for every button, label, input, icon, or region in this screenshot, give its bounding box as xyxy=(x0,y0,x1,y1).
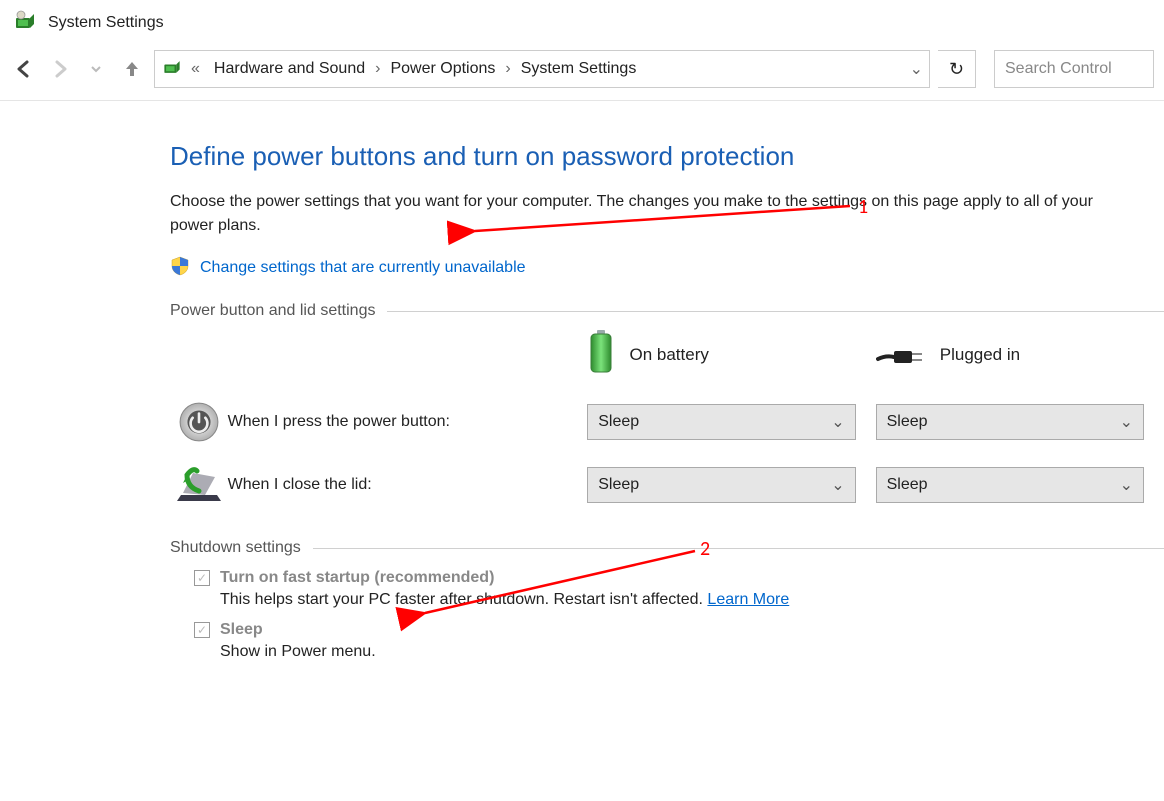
desc-sleep: Show in Power menu. xyxy=(220,643,1064,661)
label-power-button: When I press the power button: xyxy=(228,413,588,431)
annotation-1: 1 xyxy=(858,195,868,219)
annotation-2: 2 xyxy=(700,537,710,561)
back-button[interactable] xyxy=(10,55,38,83)
up-button[interactable] xyxy=(118,55,146,83)
divider xyxy=(387,311,1164,312)
breadcrumb-item[interactable]: Power Options xyxy=(384,56,501,82)
select-value: Sleep xyxy=(887,413,928,431)
section-title-shutdown: Shutdown settings xyxy=(170,539,301,557)
window-title: System Settings xyxy=(48,14,164,32)
breadcrumb: Hardware and Sound › Power Options › Sys… xyxy=(208,56,904,82)
battery-icon xyxy=(587,330,615,379)
page-subtitle: Choose the power settings that you want … xyxy=(170,190,1110,238)
divider xyxy=(313,548,1164,549)
search-input[interactable]: Search Control xyxy=(994,50,1154,88)
checkbox-fast-startup: ✓ xyxy=(194,570,210,586)
location-icon xyxy=(161,56,183,83)
label-lid: When I close the lid: xyxy=(228,476,588,494)
history-dropdown[interactable] xyxy=(82,55,110,83)
select-value: Sleep xyxy=(598,413,639,431)
select-power-button-battery[interactable]: Sleep ⌄ xyxy=(587,404,855,440)
chevron-down-icon: ⌄ xyxy=(1120,475,1133,495)
overflow-chevron-icon[interactable]: « xyxy=(189,60,202,78)
learn-more-link[interactable]: Learn More xyxy=(707,591,789,608)
desc-fast-startup: This helps start your PC faster after sh… xyxy=(220,591,1064,609)
column-header-plugged: Plugged in xyxy=(940,345,1020,365)
window-titlebar: System Settings xyxy=(0,0,1164,46)
forward-button[interactable] xyxy=(46,55,74,83)
label-sleep: Sleep xyxy=(220,621,263,639)
chevron-right-icon[interactable]: › xyxy=(503,60,512,78)
checkbox-sleep: ✓ xyxy=(194,622,210,638)
select-value: Sleep xyxy=(598,476,639,494)
chevron-down-icon: ⌄ xyxy=(1120,412,1133,432)
select-lid-plugged[interactable]: Sleep ⌄ xyxy=(876,467,1144,503)
address-bar[interactable]: « Hardware and Sound › Power Options › S… xyxy=(154,50,930,88)
search-placeholder: Search Control xyxy=(1005,60,1112,78)
app-icon xyxy=(12,8,38,38)
select-value: Sleep xyxy=(887,476,928,494)
refresh-button[interactable]: ↻ xyxy=(938,50,976,88)
shield-icon xyxy=(170,256,190,280)
column-header-battery: On battery xyxy=(629,345,708,365)
chevron-down-icon: ⌄ xyxy=(831,475,844,495)
label-fast-startup: Turn on fast startup (recommended) xyxy=(220,569,494,587)
breadcrumb-item[interactable]: Hardware and Sound xyxy=(208,56,371,82)
select-lid-battery[interactable]: Sleep ⌄ xyxy=(587,467,855,503)
change-settings-link[interactable]: Change settings that are currently unava… xyxy=(200,259,526,277)
laptop-lid-icon xyxy=(170,465,228,505)
address-chevron-down-icon[interactable]: ⌄ xyxy=(910,59,923,79)
plug-icon xyxy=(876,337,926,372)
select-power-button-plugged[interactable]: Sleep ⌄ xyxy=(876,404,1144,440)
power-button-icon xyxy=(170,401,228,443)
chevron-down-icon: ⌄ xyxy=(831,412,844,432)
content-pane: Define power buttons and turn on passwor… xyxy=(0,101,1164,661)
nav-toolbar: « Hardware and Sound › Power Options › S… xyxy=(0,46,1164,101)
page-heading: Define power buttons and turn on passwor… xyxy=(170,141,1164,172)
breadcrumb-item[interactable]: System Settings xyxy=(515,56,643,82)
chevron-right-icon[interactable]: › xyxy=(373,60,382,78)
section-title-power-button: Power button and lid settings xyxy=(170,302,375,320)
